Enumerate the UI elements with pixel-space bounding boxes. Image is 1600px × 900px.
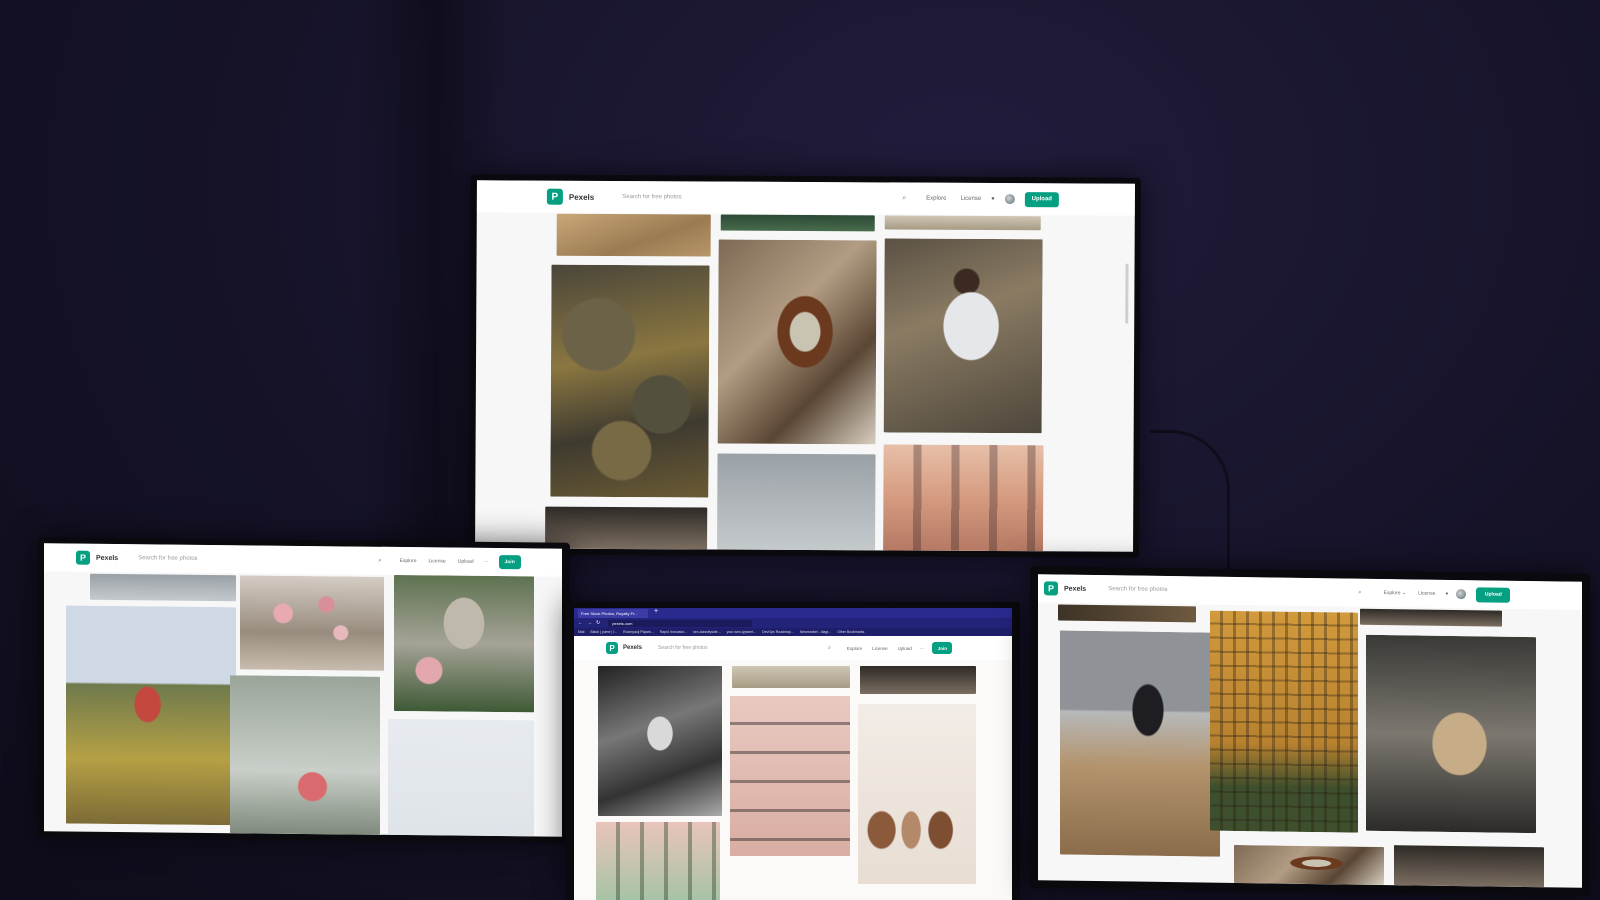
pexels-navbar: P Pexels Search for free photos ⌕ Explor… [44, 543, 562, 577]
photo-coffee-bottom[interactable] [1234, 844, 1384, 886]
photo-sand[interactable] [556, 213, 711, 257]
photo-strip[interactable] [1058, 604, 1196, 623]
photo-orange-building[interactable] [1210, 610, 1358, 833]
nav-license[interactable]: License [872, 646, 888, 651]
bookmark[interactable]: Rozmyacji Piąsek... [623, 630, 654, 634]
photo-girl-red-dress[interactable] [66, 605, 236, 826]
brand-name[interactable]: Pexels [96, 554, 118, 561]
nav-explore[interactable]: Explore [400, 558, 417, 564]
upload-button[interactable]: Upload [1476, 586, 1511, 603]
photo-bottom-left[interactable] [545, 506, 708, 550]
bookmark[interactable]: Newmarket - diagr... [800, 630, 831, 634]
nav-upload[interactable]: Upload [898, 646, 912, 651]
address-bar: ← → ↻ pexels.com [574, 618, 1012, 628]
photo-strip[interactable] [90, 573, 236, 602]
pexels-navbar: P Pexels Search for free photos ⌕ Explor… [574, 636, 1012, 660]
nav-license[interactable]: License [1418, 591, 1435, 597]
join-button[interactable]: Join [498, 555, 521, 570]
bookmark[interactable]: sex-classifyside... [693, 630, 720, 634]
photo-beach-chairs[interactable] [1060, 630, 1220, 857]
bookmark[interactable]: Rapid Innovator... [660, 630, 687, 634]
bell-icon[interactable]: ● [1445, 591, 1448, 597]
back-icon[interactable]: ← [578, 620, 583, 626]
scrollbar[interactable] [1125, 263, 1129, 324]
bookmarks-bar: Mail Black | yume | f... Rozmyacji Piąse… [574, 628, 1012, 636]
photo-blossom-roof[interactable] [240, 575, 384, 671]
photo-fire-escape[interactable] [730, 696, 850, 856]
left-monitor: P Pexels Search for free photos ⌕ Explor… [38, 537, 570, 843]
photo-stone-strip[interactable] [884, 215, 1041, 231]
search-icon[interactable]: ⌕ [902, 195, 906, 203]
search-input[interactable]: Search for free photos [622, 194, 892, 201]
photo-pink-carnation[interactable] [230, 675, 380, 835]
photo-woman-reading[interactable] [598, 666, 722, 816]
search-input[interactable]: Search for free photos [1108, 586, 1358, 595]
pexels-logo-icon[interactable]: P [1044, 581, 1058, 596]
photo-woman-hoodie[interactable] [883, 238, 1043, 434]
photo-iced-coffee[interactable] [717, 239, 877, 445]
photo-pale[interactable] [388, 718, 534, 837]
bookmark[interactable]: Mail [578, 630, 584, 634]
pexels-logo-icon[interactable]: P [76, 550, 90, 565]
photo-boots-on-rocks[interactable] [550, 264, 710, 498]
photo-stone-carving-flowers[interactable] [394, 574, 534, 713]
photo-bottom-right[interactable] [1394, 845, 1544, 888]
nav-license[interactable]: License [960, 196, 981, 202]
photo-pink-building[interactable] [883, 444, 1044, 552]
nav-license[interactable]: License [429, 558, 446, 564]
nav-upload[interactable]: Upload [458, 559, 474, 565]
middle-screen: Free Stock Photos, Royalty Fr... + ← → ↻… [574, 608, 1012, 900]
right-laptop: P Pexels Search for free photos ⌕ Explor… [1030, 566, 1590, 896]
avatar[interactable] [1004, 194, 1015, 205]
reload-icon[interactable]: ↻ [596, 620, 600, 626]
join-button[interactable]: Join [932, 642, 953, 654]
nav-explore[interactable]: Explore [926, 196, 946, 202]
photo-balconies[interactable] [596, 822, 720, 900]
bookmark[interactable]: Other Bookmarks [837, 630, 864, 634]
monitor-cable [1150, 430, 1230, 570]
middle-laptop: Free Stock Photos, Royalty Fr... + ← → ↻… [566, 602, 1020, 900]
pexels-logo-icon[interactable]: P [606, 642, 618, 654]
browser-tab[interactable]: Free Stock Photos, Royalty Fr... [578, 609, 648, 618]
nav-explore[interactable]: Explore ⌄ [1384, 590, 1407, 596]
bookmark[interactable]: your-wex-typsent... [727, 630, 757, 634]
right-screen: P Pexels Search for free photos ⌕ Explor… [1038, 574, 1582, 888]
forward-icon[interactable]: → [587, 620, 592, 626]
center-monitor: P Pexels Search for free photos ⌕ Explor… [469, 174, 1141, 558]
pexels-logo-icon[interactable]: P [546, 188, 563, 205]
search-icon[interactable]: ⌕ [828, 645, 831, 651]
search-icon[interactable]: ⌕ [378, 557, 381, 564]
photo-strip-right[interactable] [1360, 608, 1502, 627]
photo-milkshakes[interactable] [858, 704, 976, 884]
browser-tab-bar: Free Stock Photos, Royalty Fr... + [574, 608, 1012, 618]
photo-woman-trench-coat[interactable] [1366, 634, 1536, 834]
avatar[interactable] [1456, 589, 1467, 600]
more-menu[interactable]: ··· [484, 559, 489, 565]
search-icon[interactable]: ⌕ [1358, 589, 1361, 596]
bookmark[interactable]: Black | yume | f... [590, 630, 617, 634]
photo-strip[interactable] [732, 666, 850, 688]
url-field[interactable]: pexels.com [608, 619, 753, 627]
left-screen: P Pexels Search for free photos ⌕ Explor… [44, 543, 562, 837]
search-input[interactable]: Search for free photos [658, 645, 828, 651]
photo-forest-strip[interactable] [720, 214, 875, 232]
brand-name[interactable]: Pexels [569, 192, 594, 201]
search-input[interactable]: Search for free photos [138, 555, 378, 564]
center-screen: P Pexels Search for free photos ⌕ Explor… [475, 180, 1135, 552]
bookmark[interactable]: DevOps Roadmap... [762, 630, 794, 634]
pexels-navbar: P Pexels Search for free photos ⌕ Explor… [476, 180, 1135, 216]
photo-grey-sky[interactable] [717, 453, 876, 551]
nav-explore[interactable]: Explore [847, 646, 862, 651]
brand-name[interactable]: Pexels [623, 645, 642, 651]
brand-name[interactable]: Pexels [1064, 585, 1086, 592]
more-menu[interactable]: ··· [920, 646, 925, 651]
photo-dark-interior[interactable] [860, 666, 976, 694]
bell-icon[interactable]: ● [991, 196, 995, 202]
upload-button[interactable]: Upload [1024, 191, 1059, 207]
new-tab-icon[interactable]: + [654, 608, 658, 615]
